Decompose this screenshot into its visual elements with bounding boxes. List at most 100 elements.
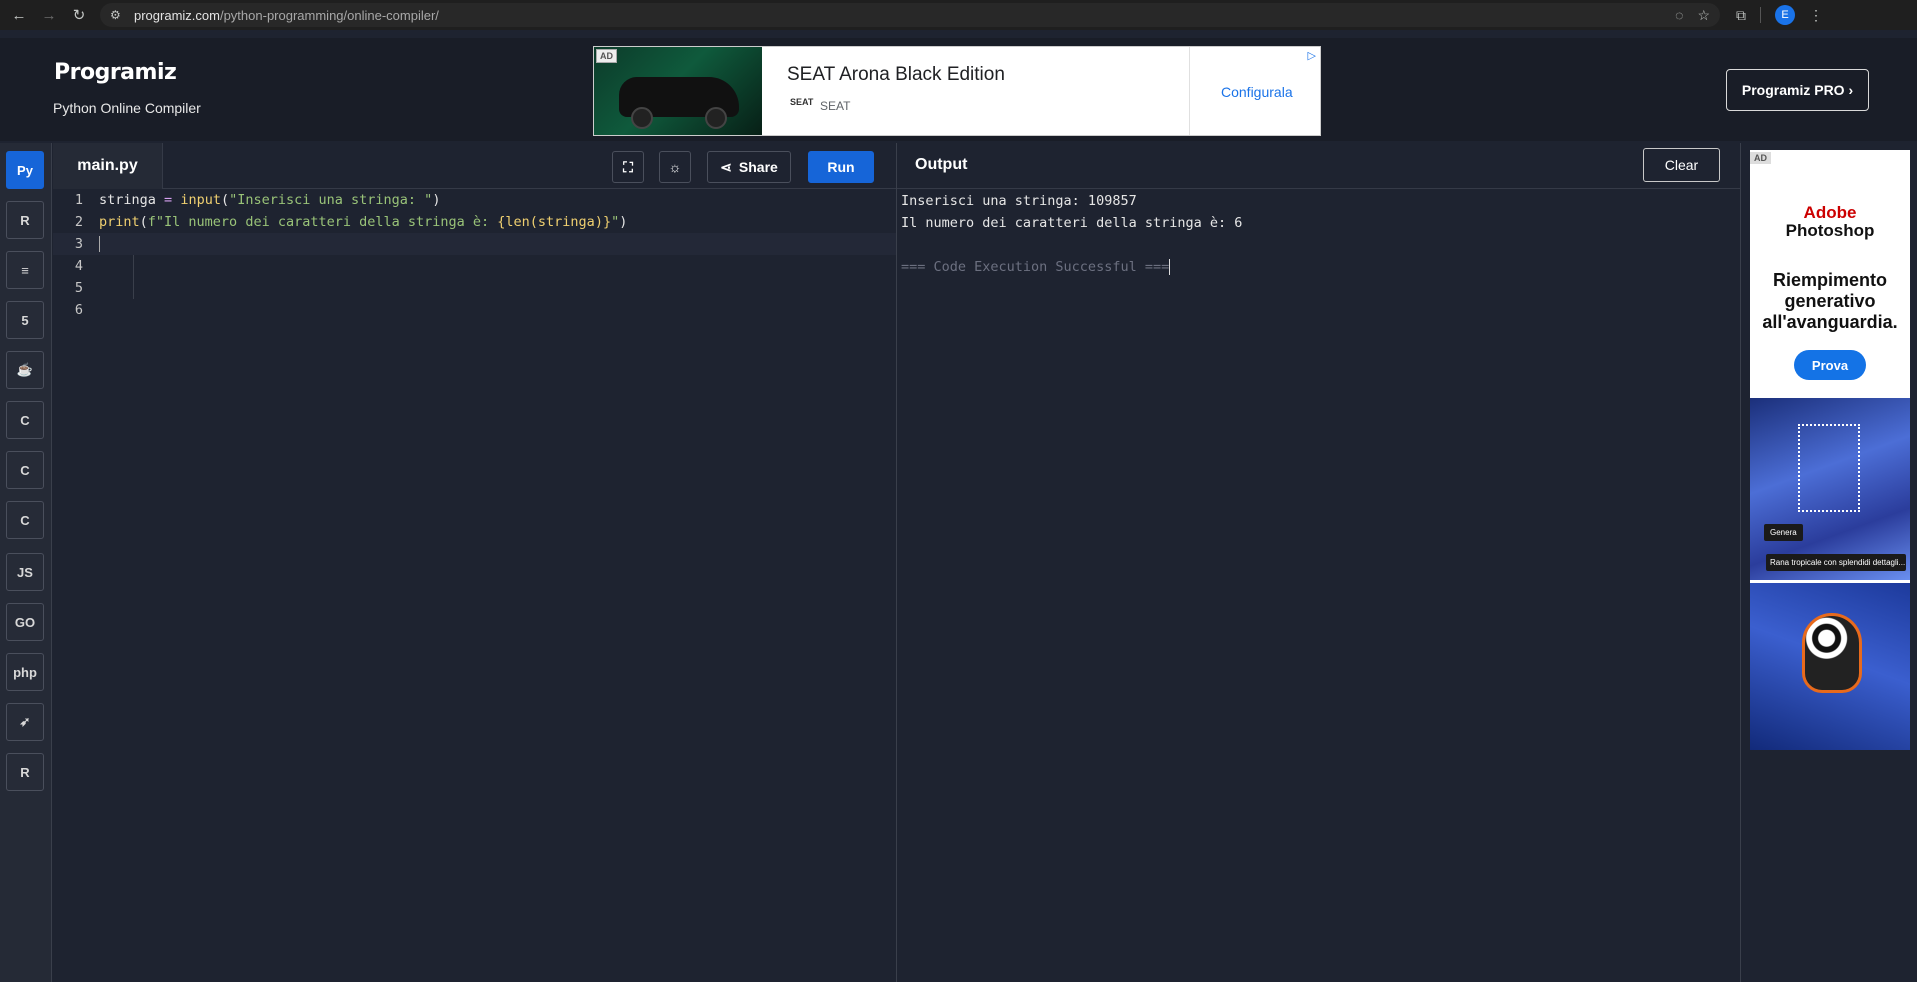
token-function: print (99, 214, 140, 230)
code-line[interactable]: 2 print(f"Il numero dei caratteri della … (53, 211, 896, 233)
selection-marquee (1798, 424, 1860, 512)
reload-icon[interactable]: ↻ (68, 4, 90, 26)
run-button[interactable]: Run (808, 151, 874, 183)
code-text: stringa = input("Inserisci una stringa: … (99, 192, 441, 208)
language-html-icon[interactable]: 5 (6, 301, 44, 339)
token-fstring: f"Il numero dei caratteri della stringa … (147, 214, 498, 230)
side-ad-cta-button[interactable]: Prova (1794, 350, 1866, 380)
language-csharp-icon[interactable]: C (6, 501, 44, 539)
programiz-logo[interactable]: Programiz (54, 60, 177, 85)
adobe-logo: Adobe Photoshop (1750, 204, 1910, 240)
language-swift-icon[interactable]: ➶ (6, 703, 44, 741)
side-ad-frog-image (1750, 583, 1910, 750)
line-number: 1 (74, 192, 83, 208)
language-r-icon[interactable]: R (6, 201, 44, 239)
ad-divider (1189, 47, 1190, 135)
code-editor[interactable]: 1 stringa = input("Inserisci una stringa… (53, 189, 896, 982)
theme-toggle-icon[interactable]: ☼ (659, 151, 691, 183)
output-console[interactable]: Inserisci una stringa: 109857 Il numero … (901, 190, 1736, 278)
output-title: Output (915, 156, 968, 173)
brand-line1: Adobe (1803, 203, 1857, 222)
profile-avatar[interactable]: E (1775, 5, 1795, 25)
token-expression: {len(stringa)} (497, 214, 612, 230)
car-shape (619, 77, 739, 129)
site-header: Programiz Python Online Compiler AD SEAT… (0, 38, 1917, 141)
share-button[interactable]: ⋖ Share (707, 151, 791, 183)
side-ad[interactable]: AD Adobe Photoshop Riempimento generativ… (1750, 150, 1910, 750)
eye-off-icon[interactable]: ◌ (1675, 7, 1683, 23)
line-number: 5 (74, 280, 83, 296)
share-icon: ⋖ (720, 158, 732, 175)
prompt-caption: Rana tropicale con splendidi dettagli... (1766, 554, 1906, 571)
indent-guide (133, 255, 134, 277)
line-number: 6 (74, 302, 83, 318)
token-operator: = (164, 192, 173, 208)
side-ad-tag: AD (1750, 152, 1771, 164)
language-go-icon[interactable]: GO (6, 603, 44, 641)
editor-toolbar: main.py ⛶ ☼ ⋖ Share Run (53, 143, 896, 189)
code-line[interactable]: 5 (53, 277, 896, 299)
code-line[interactable]: 1 stringa = input("Inserisci una stringa… (53, 189, 896, 211)
file-tab-main[interactable]: main.py (53, 143, 163, 189)
line-number: 4 (74, 258, 83, 274)
language-php-icon[interactable]: php (6, 653, 44, 691)
url-path: /python-programming/online-compiler/ (219, 7, 439, 23)
ad-tag: AD (596, 49, 617, 63)
ad-title[interactable]: SEAT Arona Black Edition (787, 64, 1005, 86)
genera-chip: Genera (1764, 524, 1803, 541)
ad-splitter (1740, 143, 1741, 982)
code-line[interactable]: 6 (53, 299, 896, 321)
extensions-icon[interactable]: ⧉ (1736, 7, 1746, 24)
output-toolbar: Output Clear (897, 143, 1740, 189)
language-c-icon[interactable]: C (6, 401, 44, 439)
ad-car-image[interactable]: AD (594, 47, 762, 135)
console-cursor (1169, 259, 1171, 275)
output-line: Il numero dei caratteri della stringa è:… (901, 215, 1243, 231)
toolbar-divider (1760, 7, 1761, 23)
code-line[interactable]: 4 (53, 255, 896, 277)
language-java-icon[interactable]: ☕ (6, 351, 44, 389)
token-variable: stringa (99, 192, 156, 208)
forward-icon[interactable]: → (38, 4, 60, 26)
page-subtitle: Python Online Compiler (53, 100, 201, 116)
ad-brand: SEAT (820, 99, 851, 113)
code-text: print(f"Il numero dei caratteri della st… (99, 214, 628, 230)
indent-guide (133, 277, 134, 299)
clear-button[interactable]: Clear (1643, 148, 1720, 182)
language-sql-icon[interactable]: ≡ (6, 251, 44, 289)
language-python-icon[interactable]: Py (6, 151, 44, 189)
top-ad-banner[interactable]: AD SEAT Arona Black Edition SEAT SEAT Co… (593, 46, 1321, 136)
address-bar[interactable]: ⚙ programiz.com/python-programming/onlin… (100, 3, 1720, 27)
seat-logo-icon: SEAT (790, 97, 814, 107)
token-fstring-end: " (611, 214, 620, 230)
share-label: Share (738, 159, 778, 175)
fullscreen-icon[interactable]: ⛶ (612, 151, 644, 183)
back-icon[interactable]: ← (8, 4, 30, 26)
language-js-icon[interactable]: JS (6, 553, 44, 591)
programiz-pro-button[interactable]: Programiz PRO › (1726, 69, 1869, 111)
code-line-current[interactable]: 3 (53, 233, 896, 255)
side-ad-leaf-image: Genera Rana tropicale con splendidi dett… (1750, 398, 1910, 580)
adchoices-icon[interactable]: ▷ (1308, 49, 1316, 62)
side-ad-headline: Riempimento generativo all'avanguardia. (1762, 270, 1898, 332)
menu-icon[interactable]: ⋮ (1809, 7, 1823, 24)
bookmark-star-icon[interactable]: ☆ (1697, 7, 1710, 24)
brand-line2: Photoshop (1785, 221, 1875, 240)
language-rust-icon[interactable]: R (6, 753, 44, 791)
output-line: Inserisci una stringa: 109857 (901, 193, 1137, 209)
token-function: input (180, 192, 221, 208)
site-info-icon[interactable]: ⚙ (110, 8, 128, 22)
line-number: 2 (74, 214, 83, 230)
language-sidebar: Py R ≡ 5 ☕ C C C JS GO php ➶ R (0, 143, 52, 982)
text-cursor (99, 236, 100, 252)
ad-cta-link[interactable]: Configurala (1221, 84, 1293, 100)
line-number: 3 (74, 236, 83, 252)
token-string: "Inserisci una stringa: " (229, 192, 433, 208)
frog-shape (1802, 613, 1862, 693)
browser-toolbar: ← → ↻ ⚙ programiz.com/python-programming… (0, 0, 1917, 30)
execution-status: === Code Execution Successful === (901, 259, 1170, 275)
panel-splitter[interactable] (896, 143, 897, 982)
language-cpp-icon[interactable]: C (6, 451, 44, 489)
url-host: programiz.com (134, 7, 220, 23)
